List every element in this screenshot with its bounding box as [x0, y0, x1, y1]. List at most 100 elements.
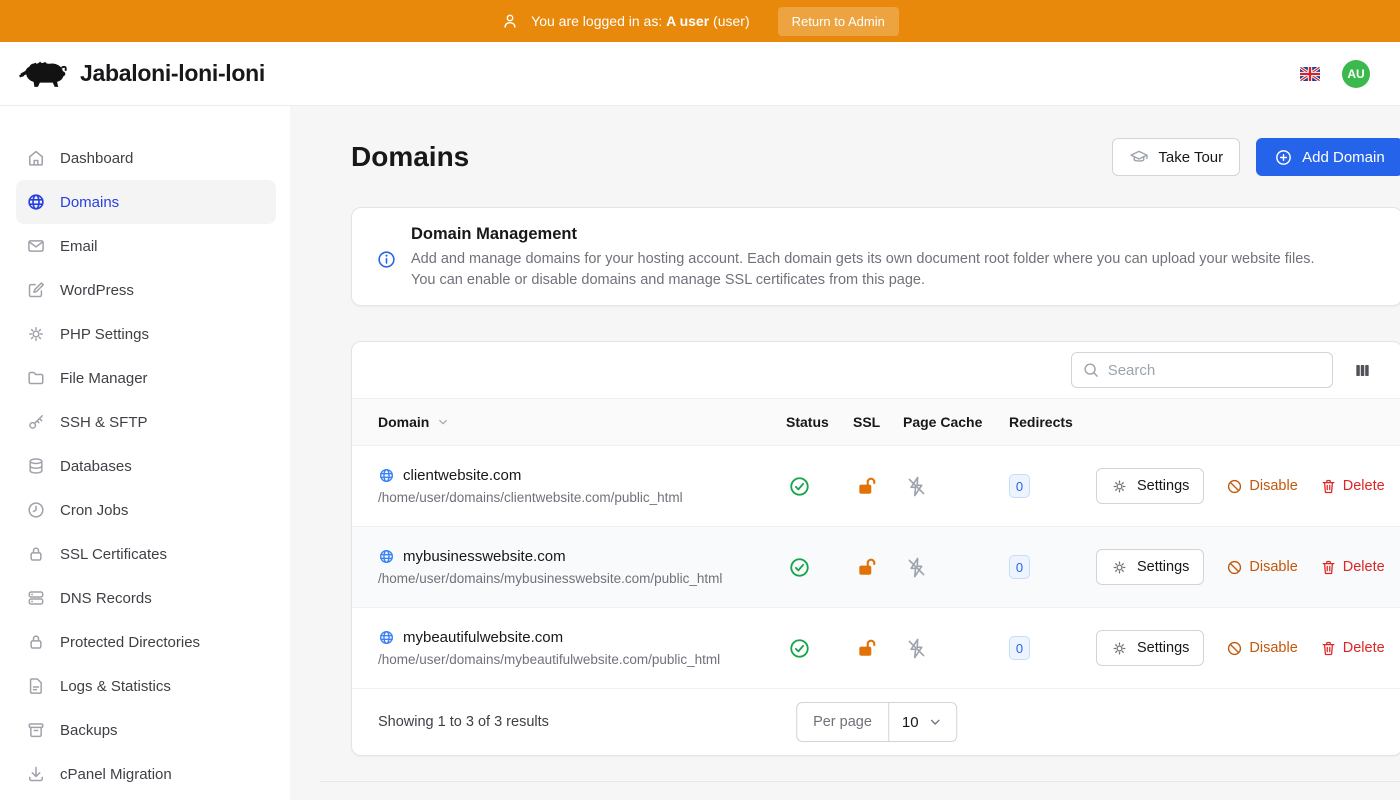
slash-circle-icon [1226, 478, 1243, 495]
gear-icon [1111, 478, 1128, 495]
sidebar-item-email[interactable]: Email [16, 224, 276, 268]
sidebar-item-databases[interactable]: Databases [16, 444, 276, 488]
trash-icon [1320, 559, 1337, 576]
disable-button[interactable]: Disable [1226, 559, 1297, 576]
sidebar-item-file-manager[interactable]: File Manager [16, 356, 276, 400]
page-cache-off-icon[interactable] [905, 556, 928, 579]
sidebar-item-backups[interactable]: Backups [16, 708, 276, 752]
archive-icon [26, 720, 46, 740]
info-icon [376, 249, 397, 270]
trash-icon [1320, 478, 1337, 495]
domain-name[interactable]: clientwebsite.com [403, 467, 521, 484]
avatar[interactable]: AU [1342, 60, 1370, 88]
delete-button[interactable]: Delete [1320, 478, 1385, 495]
status-enabled-icon [788, 556, 811, 579]
key-icon [26, 412, 46, 432]
domain-path: /home/user/domains/mybusinesswebsite.com… [378, 571, 786, 586]
page-cache-off-icon[interactable] [905, 637, 928, 660]
settings-button[interactable]: Settings [1096, 549, 1204, 585]
add-domain-button[interactable]: Add Domain [1256, 138, 1400, 176]
domain-name[interactable]: mybusinesswebsite.com [403, 548, 566, 565]
settings-button[interactable]: Settings [1096, 468, 1204, 504]
file-icon [26, 676, 46, 696]
page-title: Domains [351, 138, 469, 176]
status-enabled-icon [788, 475, 811, 498]
edit-icon [26, 280, 46, 300]
mail-icon [26, 236, 46, 256]
domain-path: /home/user/domains/clientwebsite.com/pub… [378, 490, 786, 505]
table-row: mybeautifulwebsite.com /home/user/domain… [352, 608, 1400, 689]
chevron-down-icon [928, 714, 944, 730]
sidebar-item-logs-statistics[interactable]: Logs & Statistics [16, 664, 276, 708]
sidebar-item-dashboard[interactable]: Dashboard [16, 136, 276, 180]
ssl-unlocked-icon[interactable] [855, 556, 878, 579]
return-to-admin-button[interactable]: Return to Admin [778, 7, 899, 36]
folder-icon [26, 368, 46, 388]
column-header-ssl: SSL [853, 414, 903, 430]
column-header-page-cache: Page Cache [903, 414, 1009, 430]
banner-text: You are logged in as: A user (user) [531, 13, 749, 29]
per-page-control: Per page 10 [796, 702, 958, 742]
column-header-redirects: Redirects [1009, 414, 1096, 430]
columns-icon [1353, 361, 1372, 380]
ssl-unlocked-icon[interactable] [855, 475, 878, 498]
sidebar-item-protected-directories[interactable]: Protected Directories [16, 620, 276, 664]
search-input-wrapper [1071, 352, 1333, 388]
gear-icon [26, 324, 46, 344]
take-tour-button[interactable]: Take Tour [1112, 138, 1240, 176]
clock-icon [26, 500, 46, 520]
settings-button[interactable]: Settings [1096, 630, 1204, 666]
per-page-label: Per page [797, 703, 889, 741]
trash-icon [1320, 640, 1337, 657]
search-input[interactable] [1108, 362, 1322, 379]
graduation-cap-icon [1129, 147, 1149, 167]
table-row: mybusinesswebsite.com /home/user/domains… [352, 527, 1400, 608]
boar-logo [18, 56, 68, 92]
redirects-count-badge[interactable]: 0 [1009, 474, 1030, 498]
sidebar-item-domains[interactable]: Domains [16, 180, 276, 224]
slash-circle-icon [1226, 559, 1243, 576]
disable-button[interactable]: Disable [1226, 640, 1297, 657]
home-icon [26, 148, 46, 168]
download-icon [26, 764, 46, 784]
sidebar-item-ssl-certificates[interactable]: SSL Certificates [16, 532, 276, 576]
gear-icon [1111, 559, 1128, 576]
lock-icon [26, 544, 46, 564]
per-page-select[interactable]: 10 [889, 703, 957, 741]
delete-button[interactable]: Delete [1320, 559, 1385, 576]
column-header-status: Status [786, 414, 853, 430]
globe-icon [26, 192, 46, 212]
redirects-count-badge[interactable]: 0 [1009, 636, 1030, 660]
globe-icon [378, 467, 395, 484]
domain-name[interactable]: mybeautifulwebsite.com [403, 629, 563, 646]
table-footer: Showing 1 to 3 of 3 results Per page 10 [352, 689, 1400, 755]
sidebar-item-php-settings[interactable]: PHP Settings [16, 312, 276, 356]
sidebar-item-cpanel-migration[interactable]: cPanel Migration [16, 752, 276, 796]
lock-icon [26, 632, 46, 652]
page-cache-off-icon[interactable] [905, 475, 928, 498]
results-summary: Showing 1 to 3 of 3 results [378, 714, 549, 730]
bottom-divider [320, 781, 1400, 782]
table-header-row: Domain Status SSL Page Cache Redirects [352, 398, 1400, 446]
banner-role: (user) [713, 13, 750, 29]
sidebar: Dashboard Domains Email WordPress PHP Se… [0, 106, 290, 800]
ssl-unlocked-icon[interactable] [855, 637, 878, 660]
column-header-domain[interactable]: Domain [352, 414, 786, 430]
impersonation-banner: You are logged in as: A user (user) Retu… [0, 0, 1400, 42]
column-toggle-button[interactable] [1351, 359, 1374, 382]
main-content: Domains Take Tour Add Domain Domain Mana… [290, 106, 1400, 800]
info-card: Domain Management Add and manage domains… [351, 207, 1400, 306]
uk-flag-icon[interactable] [1300, 67, 1320, 81]
delete-button[interactable]: Delete [1320, 640, 1385, 657]
sidebar-item-cron-jobs[interactable]: Cron Jobs [16, 488, 276, 532]
domains-table-card: Domain Status SSL Page Cache Redirects c… [351, 341, 1400, 756]
disable-button[interactable]: Disable [1226, 478, 1297, 495]
sidebar-item-ssh-sftp[interactable]: SSH & SFTP [16, 400, 276, 444]
sidebar-item-wordpress[interactable]: WordPress [16, 268, 276, 312]
redirects-count-badge[interactable]: 0 [1009, 555, 1030, 579]
sidebar-item-dns-records[interactable]: DNS Records [16, 576, 276, 620]
search-icon [1082, 361, 1100, 379]
database-icon [26, 456, 46, 476]
domain-path: /home/user/domains/mybeautifulwebsite.co… [378, 652, 786, 667]
table-row: clientwebsite.com /home/user/domains/cli… [352, 446, 1400, 527]
